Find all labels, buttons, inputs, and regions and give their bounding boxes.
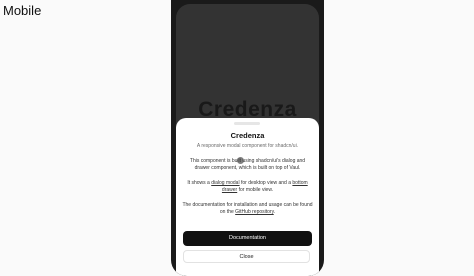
drawer-handle[interactable]: [234, 122, 260, 125]
drawer-title: Credenza: [230, 131, 265, 140]
phone-screen: Credenza Credenza A responsive modal com…: [176, 4, 319, 276]
cursor-indicator-icon: [237, 157, 244, 164]
paragraph-text: for mobile view.: [237, 187, 274, 193]
drawer-paragraph-docs: The documentation for installation and u…: [182, 202, 313, 216]
paragraph-text: It shows a: [187, 180, 212, 186]
github-repository-link[interactable]: GitHub repository: [235, 209, 274, 215]
documentation-button[interactable]: Documentation: [183, 231, 312, 246]
paragraph-text: .: [273, 209, 276, 215]
phone-frame: Credenza Credenza A responsive modal com…: [171, 0, 324, 276]
drawer-paragraph-intro: This component is built using shadcn/ui'…: [189, 158, 306, 171]
drawer-subtitle: A responsive modal component for shadcn/…: [196, 143, 299, 149]
page-label: Mobile: [3, 3, 42, 18]
bottom-drawer: Credenza A responsive modal component fo…: [176, 118, 319, 276]
paragraph-text: for desktop view and a: [239, 180, 293, 186]
dialog-modal-link[interactable]: dialog modal: [211, 180, 239, 186]
drawer-paragraph-views: It shows a dialog modal for desktop view…: [182, 180, 313, 194]
page: Mobile Credenza Credenza A responsive mo…: [0, 0, 474, 276]
close-button[interactable]: Close: [183, 250, 310, 263]
